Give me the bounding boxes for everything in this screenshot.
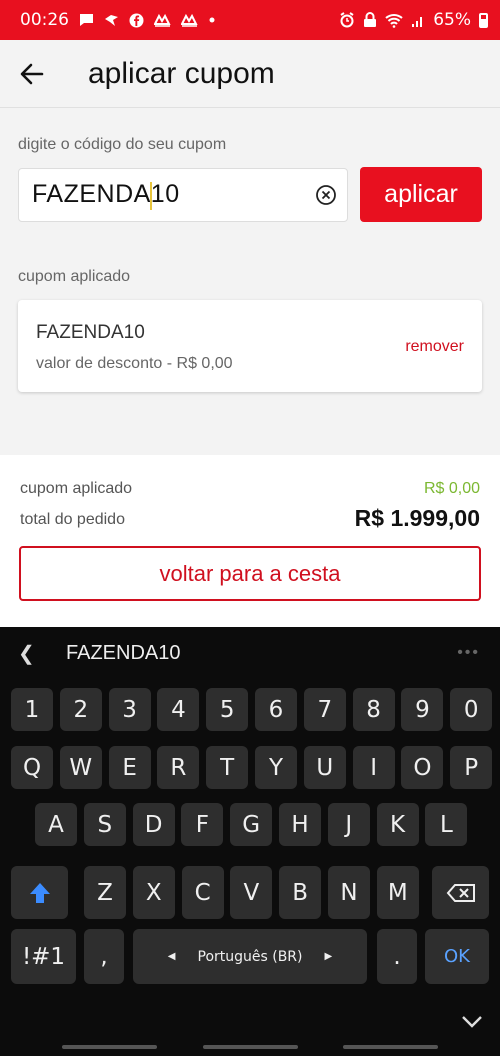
battery-percent: 65% [433,10,471,30]
key-1[interactable]: 1 [11,688,53,731]
status-bar: 00:26 65% [0,0,500,40]
clear-input-icon[interactable] [315,184,337,206]
key-7[interactable]: 7 [303,688,346,731]
key-r[interactable]: R [157,746,200,789]
applied-coupon-card: FAZENDA10 valor de desconto - R$ 0,00 re… [18,300,482,392]
key-q[interactable]: Q [11,746,53,789]
key-z[interactable]: Z [84,866,126,919]
key-9[interactable]: 9 [401,688,444,731]
summary-total-label: total do pedido [20,511,125,528]
key-k[interactable]: K [376,803,419,846]
wifi-icon [385,13,403,28]
key-2[interactable]: 2 [59,688,102,731]
key-t[interactable]: T [206,746,249,789]
key-h[interactable]: H [279,803,321,846]
lock-icon [364,12,377,27]
key-8[interactable]: 8 [352,688,395,731]
on-screen-keyboard: ❮ FAZENDA10 ••• 1234567890QWERTYUIOPASDF… [0,627,500,1056]
app-header: aplicar cupom [0,40,500,108]
summary-coupon-value: R$ 0,00 [423,480,480,497]
coupon-input-value: FAZENDA10 [32,180,180,210]
key-g[interactable]: G [230,803,273,846]
shift-key[interactable] [11,866,68,919]
symbols-key[interactable]: !#1 [11,929,76,984]
key-u[interactable]: U [303,746,346,789]
period-key[interactable]: . [377,929,417,984]
key-i[interactable]: I [352,746,395,789]
app-icon [154,13,171,27]
applied-coupon-label: cupom aplicado [18,268,131,285]
backspace-icon [446,883,475,902]
chevron-left-icon[interactable]: ❮ [18,641,48,666]
caret-left-icon: ◀ [167,951,176,962]
alarm-icon [340,12,354,28]
battery-icon [479,12,488,28]
key-a[interactable]: A [35,803,77,846]
comma-key[interactable]: , [84,929,124,984]
navigation-bar [0,1033,500,1056]
key-0[interactable]: 0 [450,688,493,731]
key-d[interactable]: D [132,803,175,846]
nav-home-button[interactable] [203,1045,298,1049]
key-x[interactable]: X [132,866,175,919]
key-5[interactable]: 5 [206,688,249,731]
summary-total-value: R$ 1.999,00 [354,505,480,531]
chat-icon [80,14,93,26]
key-c[interactable]: C [181,866,224,919]
coupon-input[interactable]: FAZENDA10 [18,168,348,222]
language-label: Português (BR) [197,948,303,965]
key-f[interactable]: F [181,803,224,846]
key-l[interactable]: L [425,803,468,846]
key-4[interactable]: 4 [157,688,200,731]
bird-icon [105,15,118,26]
coupon-section: digite o código do seu cupom FAZENDA10 a… [0,109,500,455]
key-n[interactable]: N [328,866,370,919]
app-icon [181,13,198,27]
key-w[interactable]: W [59,746,102,789]
arrow-left-icon [20,63,44,84]
summary-coupon-label: cupom aplicado [20,480,133,497]
signal-icon [412,16,423,27]
apply-coupon-button[interactable]: aplicar [360,167,482,222]
system-icons: 65% [339,10,488,30]
keyboard-suggestion[interactable]: FAZENDA10 [66,642,180,665]
dot-icon [209,17,215,23]
back-to-cart-button[interactable]: voltar para a cesta [19,546,481,601]
notification-icons [79,13,216,28]
order-summary: cupom aplicado R$ 0,00 total do pedido R… [0,455,500,627]
key-3[interactable]: 3 [108,688,151,731]
facebook-icon [129,13,144,27]
chevron-down-icon[interactable] [460,1014,484,1030]
backspace-key[interactable] [432,866,489,919]
key-p[interactable]: P [450,746,493,789]
nav-recent-button[interactable] [62,1045,157,1049]
key-6[interactable]: 6 [255,688,297,731]
key-b[interactable]: B [279,866,322,919]
more-options-icon[interactable]: ••• [457,644,480,662]
nav-back-button[interactable] [343,1045,438,1049]
caret-right-icon: ▶ [324,951,333,962]
space-key[interactable]: ◀ Português (BR) ▶ [133,929,367,984]
ok-key[interactable]: OK [425,929,489,984]
remove-coupon-link[interactable]: remover [405,338,464,356]
applied-coupon-discount: valor de desconto - R$ 0,00 [36,355,233,372]
key-j[interactable]: J [327,803,370,846]
shift-arrow-icon [29,882,50,903]
keyboard-suggestion-bar: ❮ FAZENDA10 ••• [0,627,500,679]
applied-coupon-code: FAZENDA10 [36,322,145,343]
back-button[interactable] [6,48,58,100]
key-e[interactable]: E [108,746,151,789]
key-y[interactable]: Y [255,746,297,789]
status-time: 00:26 [20,10,69,30]
key-s[interactable]: S [83,803,126,846]
key-o[interactable]: O [401,746,444,789]
key-m[interactable]: M [376,866,419,919]
page-title: aplicar cupom [88,56,275,90]
coupon-input-label: digite o código do seu cupom [18,136,227,153]
key-v[interactable]: V [230,866,273,919]
